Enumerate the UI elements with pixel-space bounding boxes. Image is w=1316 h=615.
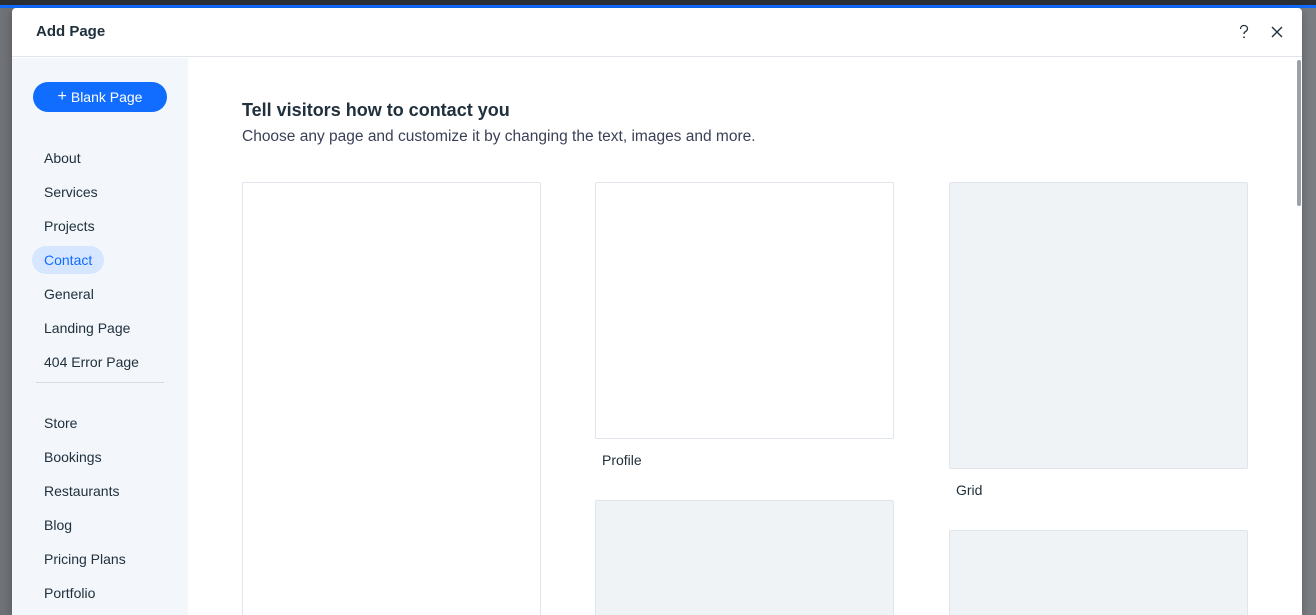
sidebar-item-contact[interactable]: Contact bbox=[32, 246, 105, 274]
template-card-profile[interactable] bbox=[595, 182, 894, 439]
dialog-title: Add Page bbox=[36, 23, 106, 40]
template-card-column3-second[interactable] bbox=[949, 530, 1248, 615]
sidebar-item-services[interactable]: Services bbox=[32, 178, 110, 206]
dialog-header: Add Page bbox=[12, 8, 1302, 57]
sidebar-item-blog[interactable]: Blog bbox=[32, 511, 84, 539]
sidebar-item-pricing-plans[interactable]: Pricing Plans bbox=[32, 545, 138, 573]
sidebar-item-about[interactable]: About bbox=[32, 144, 93, 172]
gallery-title: Tell visitors how to contact you bbox=[242, 100, 510, 120]
template-card-contact-tall[interactable] bbox=[242, 182, 541, 615]
sidebar-item-404-error-page[interactable]: 404 Error Page bbox=[32, 348, 151, 376]
sidebar-item-portfolio[interactable]: Portfolio bbox=[32, 579, 107, 607]
blank-page-label: Blank Page bbox=[70, 89, 143, 105]
close-icon[interactable] bbox=[1265, 20, 1289, 44]
blank-page-button[interactable]: + Blank Page bbox=[33, 82, 167, 112]
close-glyph bbox=[1271, 26, 1283, 38]
plus-icon: + bbox=[57, 88, 67, 105]
template-gallery: Tell visitors how to contact you Choose … bbox=[188, 58, 1300, 615]
question-mark-icon[interactable] bbox=[1232, 20, 1256, 44]
sidebar-item-restaurants[interactable]: Restaurants bbox=[32, 477, 131, 505]
sidebar-item-projects[interactable]: Projects bbox=[32, 212, 107, 240]
editor-right-area bbox=[1300, 8, 1316, 615]
page-category-sidebar: + Blank Page About Services Projects Con… bbox=[12, 58, 188, 615]
gallery-subtitle: Choose any page and customize it by chan… bbox=[242, 128, 756, 145]
template-card-grid[interactable] bbox=[949, 182, 1248, 469]
template-card-column2-second[interactable] bbox=[595, 500, 894, 615]
sidebar-item-bookings[interactable]: Bookings bbox=[32, 443, 114, 471]
template-label-grid: Grid bbox=[956, 482, 983, 498]
question-mark-glyph bbox=[1239, 24, 1249, 39]
sidebar-item-landing-page[interactable]: Landing Page bbox=[32, 314, 142, 342]
add-page-dialog: Add Page + Blank Page About Services Pro… bbox=[12, 8, 1302, 615]
template-label-profile: Profile bbox=[602, 452, 642, 468]
sidebar-item-general[interactable]: General bbox=[32, 280, 106, 308]
sidebar-divider bbox=[36, 382, 164, 383]
sidebar-item-store[interactable]: Store bbox=[32, 409, 89, 437]
gallery-scrollbar-thumb[interactable] bbox=[1297, 60, 1301, 206]
